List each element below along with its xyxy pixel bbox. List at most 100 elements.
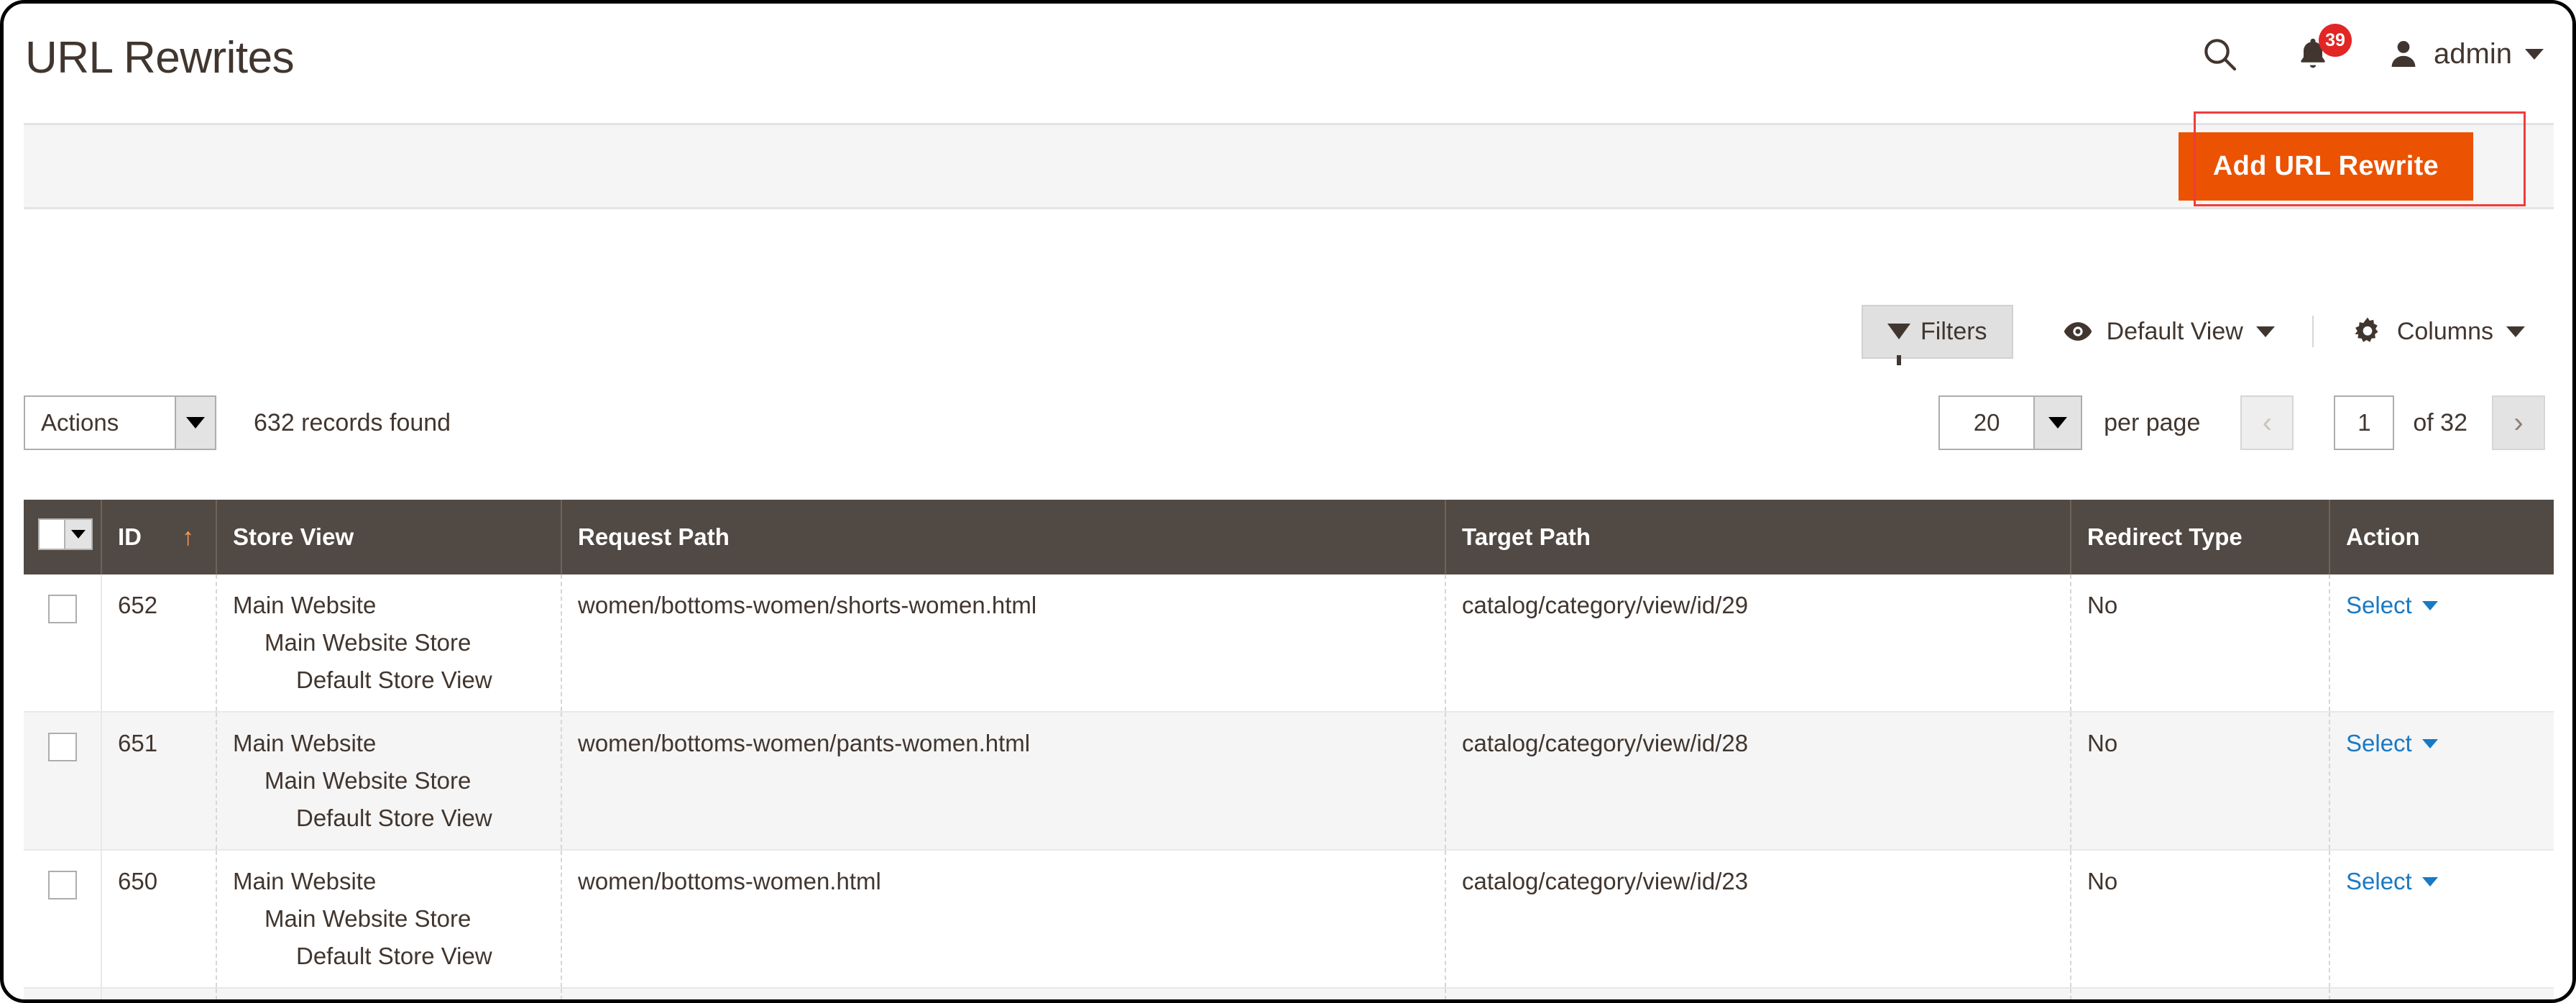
filters-button[interactable]: Filters bbox=[1862, 304, 2013, 365]
per-page-dropdown[interactable]: 20 bbox=[1938, 395, 2083, 450]
cell-target-path: catalog/category/view/id/28 bbox=[1445, 712, 2071, 851]
select-all-caret[interactable] bbox=[65, 518, 93, 550]
header-actions: 39 admin bbox=[2185, 4, 2544, 111]
cell-request-path: women/bottoms-women.html bbox=[561, 850, 1446, 989]
column-header-id-label: ID bbox=[118, 523, 142, 550]
column-header-target-path[interactable]: Target Path bbox=[1445, 500, 2071, 574]
column-header-redirect-type[interactable]: Redirect Type bbox=[2071, 500, 2330, 574]
select-all-checkbox[interactable] bbox=[38, 518, 65, 550]
pagination: 20 per page ‹ 1 of 32 › bbox=[1938, 395, 2545, 450]
records-found-label: 632 records found bbox=[254, 408, 451, 436]
cell-target-path: catalog/category/view/id/29 bbox=[1445, 574, 2071, 713]
table-body: 652 Main Website Main Website Store Defa… bbox=[24, 574, 2554, 999]
table-row[interactable]: 649 Main Website Main Website Store wome… bbox=[24, 988, 2554, 999]
page-title: URL Rewrites bbox=[25, 32, 295, 83]
row-select-action[interactable]: Select bbox=[2346, 730, 2438, 757]
browser-viewport: URL Rewrites 39 admin Add URL Rewrite Fi… bbox=[0, 0, 2576, 1003]
cell-target-path: catalog/category/view/id/23 bbox=[1445, 850, 2071, 989]
eye-icon bbox=[2064, 322, 2092, 341]
row-select-action[interactable]: Select bbox=[2346, 868, 2438, 895]
per-page-value: 20 bbox=[1973, 409, 2000, 436]
cell-store-view: Main Website Main Website Store Default … bbox=[216, 574, 562, 713]
chevron-down-icon bbox=[2421, 876, 2438, 887]
chevron-down-icon bbox=[186, 417, 205, 429]
cell-target-path: catalog/category/view/id/27 bbox=[1445, 988, 2071, 999]
cell-redirect-type: No bbox=[2071, 712, 2330, 851]
store-view-website: Main Website bbox=[233, 868, 377, 894]
store-view-view: Default Store View bbox=[296, 943, 492, 969]
row-select-action[interactable]: Select bbox=[2346, 592, 2438, 619]
notifications-bell-icon[interactable]: 39 bbox=[2278, 19, 2352, 88]
total-pages-label: of 32 bbox=[2413, 408, 2467, 436]
cell-request-path: women/tops-women/tanks-women.html bbox=[561, 988, 1446, 999]
current-page-input[interactable]: 1 bbox=[2334, 395, 2395, 450]
table-row[interactable]: 652 Main Website Main Website Store Defa… bbox=[24, 574, 2554, 713]
columns-dropdown[interactable]: Columns bbox=[2351, 315, 2525, 348]
chevron-down-icon bbox=[71, 530, 86, 539]
row-checkbox-cell bbox=[24, 712, 102, 851]
default-view-label: Default View bbox=[2106, 317, 2243, 345]
default-view-dropdown[interactable]: Default View bbox=[2062, 316, 2314, 347]
cell-id: 652 bbox=[101, 574, 217, 713]
mass-actions-label: Actions bbox=[41, 409, 119, 436]
url-rewrites-table: ID ↑ Store View Request Path Target Path… bbox=[24, 500, 2554, 999]
select-all-header bbox=[24, 500, 102, 574]
add-url-rewrite-button[interactable]: Add URL Rewrite bbox=[2178, 132, 2473, 201]
row-checkbox-cell bbox=[24, 574, 102, 713]
select-all-dropdown[interactable] bbox=[38, 518, 93, 550]
chevron-right-icon: › bbox=[2513, 406, 2524, 439]
store-view-store: Main Website Store bbox=[264, 629, 472, 656]
cell-redirect-type: No bbox=[2071, 574, 2330, 713]
notifications-badge: 39 bbox=[2319, 24, 2352, 57]
mass-actions-dropdown[interactable]: Actions bbox=[24, 395, 216, 450]
column-header-request-path[interactable]: Request Path bbox=[561, 500, 1446, 574]
store-view-store: Main Website Store bbox=[264, 905, 472, 932]
cell-action: Select bbox=[2329, 850, 2554, 989]
store-view-view: Default Store View bbox=[296, 805, 492, 831]
column-header-id[interactable]: ID ↑ bbox=[101, 500, 217, 574]
per-page-caret bbox=[2033, 397, 2082, 449]
cell-id: 650 bbox=[101, 850, 217, 989]
row-select-label: Select bbox=[2346, 730, 2412, 756]
gear-icon bbox=[2355, 317, 2378, 342]
previous-page-button[interactable]: ‹ bbox=[2240, 395, 2294, 450]
cell-store-view: Main Website Main Website Store Default … bbox=[216, 712, 562, 851]
columns-label: Columns bbox=[2396, 317, 2493, 345]
admin-menu[interactable]: admin bbox=[2386, 37, 2544, 71]
cell-id: 651 bbox=[101, 712, 217, 851]
store-view-view: Default Store View bbox=[296, 667, 492, 693]
store-view-website: Main Website bbox=[233, 592, 377, 618]
row-checkbox[interactable] bbox=[47, 871, 77, 899]
table-row[interactable]: 651 Main Website Main Website Store Defa… bbox=[24, 712, 2554, 851]
cell-action: Select bbox=[2329, 574, 2554, 713]
cell-store-view: Main Website Main Website Store Default … bbox=[216, 850, 562, 989]
chevron-down-icon bbox=[2421, 600, 2438, 610]
row-checkbox[interactable] bbox=[47, 595, 77, 623]
cell-request-path: women/bottoms-women/pants-women.html bbox=[561, 712, 1446, 851]
cell-request-path: women/bottoms-women/shorts-women.html bbox=[561, 574, 1446, 713]
cell-action: Select bbox=[2329, 712, 2554, 851]
column-header-action: Action bbox=[2329, 500, 2554, 574]
row-checkbox-cell bbox=[24, 850, 102, 989]
search-icon[interactable] bbox=[2185, 19, 2254, 88]
table-row[interactable]: 650 Main Website Main Website Store Defa… bbox=[24, 850, 2554, 989]
row-select-label: Select bbox=[2346, 592, 2412, 618]
column-header-store-view[interactable]: Store View bbox=[216, 500, 562, 574]
page-header: URL Rewrites 39 admin bbox=[4, 4, 2572, 111]
cell-action: Select bbox=[2329, 988, 2554, 999]
table-header-row: ID ↑ Store View Request Path Target Path… bbox=[24, 500, 2554, 574]
cell-id: 649 bbox=[101, 988, 217, 999]
row-checkbox[interactable] bbox=[47, 733, 77, 761]
cell-redirect-type: No bbox=[2071, 850, 2330, 989]
arrow-up-icon: ↑ bbox=[182, 523, 194, 551]
store-view-website: Main Website bbox=[233, 730, 377, 756]
user-avatar-icon bbox=[2391, 41, 2416, 67]
funnel-icon bbox=[1887, 324, 1910, 365]
next-page-button[interactable]: › bbox=[2492, 395, 2545, 450]
mass-actions-caret bbox=[175, 397, 215, 449]
row-checkbox-cell bbox=[24, 988, 102, 999]
per-page-label: per page bbox=[2104, 408, 2201, 436]
grid-controls-row: Actions 632 records found 20 per page ‹ … bbox=[24, 383, 2554, 462]
filters-label: Filters bbox=[1920, 317, 1987, 345]
store-view-store: Main Website Store bbox=[264, 767, 472, 794]
